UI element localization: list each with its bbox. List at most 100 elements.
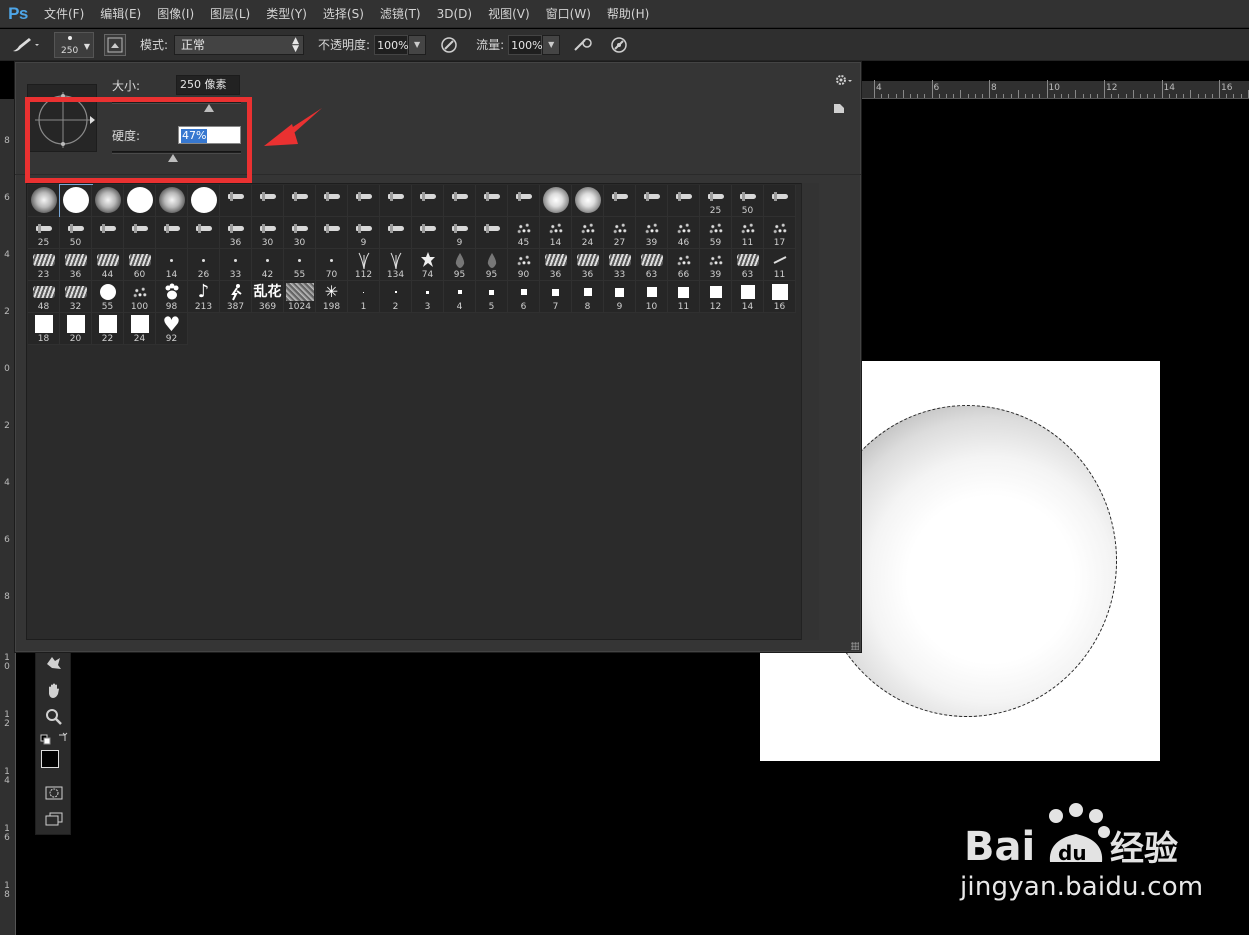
menu-item[interactable]: 文件(F)	[36, 0, 92, 28]
brush-preset-item[interactable]: 乱花 369	[252, 281, 284, 313]
color-picker[interactable]	[41, 750, 69, 778]
brush-preset-item[interactable]: 33	[220, 249, 252, 281]
brush-preset-item[interactable]: 10	[636, 281, 668, 313]
brush-preset-item[interactable]: 16	[764, 281, 796, 313]
brush-preset-item[interactable]: 46	[668, 217, 700, 249]
brush-tool-preset-picker[interactable]	[0, 31, 48, 59]
brush-preset-item[interactable]	[188, 185, 220, 217]
brush-preset-item[interactable]: 63	[732, 249, 764, 281]
brush-preset-item[interactable]: 20	[60, 313, 92, 345]
hand-tool[interactable]	[36, 678, 72, 704]
brush-preset-item[interactable]	[444, 185, 476, 217]
brush-preset-item[interactable]: 50	[732, 185, 764, 217]
brush-preset-picker[interactable]: 250 ▼	[54, 31, 94, 58]
brush-preset-item[interactable]: 32	[60, 281, 92, 313]
brush-preset-item[interactable]: 55	[284, 249, 316, 281]
brush-preset-item[interactable]: 55	[92, 281, 124, 313]
screen-mode-button[interactable]	[36, 806, 72, 832]
brush-preset-item[interactable]: 1	[348, 281, 380, 313]
brush-preset-item[interactable]: 2	[380, 281, 412, 313]
brush-preset-item[interactable]: ♪ 213	[188, 281, 220, 313]
opacity-dropdown-button[interactable]: ▼	[408, 34, 427, 55]
menu-item[interactable]: 图层(L)	[202, 0, 258, 28]
preset-list-scrollbar[interactable]	[801, 183, 819, 640]
opacity-input[interactable]: 100%	[374, 34, 409, 55]
menu-item[interactable]: 窗口(W)	[538, 0, 599, 28]
menu-item[interactable]: 图像(I)	[149, 0, 202, 28]
brush-preset-item[interactable]	[636, 185, 668, 217]
custom-shape-tool[interactable]	[36, 650, 72, 676]
brush-preset-item[interactable]: 30	[284, 217, 316, 249]
brush-preset-item[interactable]	[348, 185, 380, 217]
brush-preset-item[interactable]: 11	[668, 281, 700, 313]
brush-preset-item[interactable]	[476, 185, 508, 217]
flow-dropdown-button[interactable]: ▼	[542, 34, 561, 55]
brush-preset-item[interactable]: 11	[732, 217, 764, 249]
brush-preset-item[interactable]	[124, 185, 156, 217]
brush-preset-item[interactable]: 50	[60, 217, 92, 249]
brush-preset-item[interactable]: 23	[28, 249, 60, 281]
brush-preset-item[interactable]: 25	[700, 185, 732, 217]
menu-item[interactable]: 类型(Y)	[258, 0, 315, 28]
brush-preset-item[interactable]	[412, 185, 444, 217]
size-input[interactable]: 250 像素	[176, 75, 240, 95]
brush-preset-item[interactable]	[59, 184, 93, 218]
toggle-brush-panel-button[interactable]	[104, 33, 126, 56]
brush-preset-item[interactable]	[316, 217, 348, 249]
brush-preset-item[interactable]	[572, 185, 604, 217]
brush-preset-item[interactable]: 100	[124, 281, 156, 313]
brush-preset-item[interactable]: 36	[60, 249, 92, 281]
brush-preset-item[interactable]	[124, 217, 156, 249]
brush-preset-item[interactable]: 59	[700, 217, 732, 249]
brush-preset-item[interactable]	[412, 217, 444, 249]
brush-preset-item[interactable]: 17	[764, 217, 796, 249]
brush-preset-item[interactable]: 30	[252, 217, 284, 249]
brush-preset-item[interactable]	[252, 185, 284, 217]
brush-preset-item[interactable]	[316, 185, 348, 217]
brush-preset-item[interactable]: 6	[508, 281, 540, 313]
brush-preset-item[interactable]: 90	[508, 249, 540, 281]
brush-preset-item[interactable]	[476, 217, 508, 249]
brush-preset-item[interactable]: ✳ 198	[316, 281, 348, 313]
brush-preset-item[interactable]: 11	[764, 249, 796, 281]
brush-preset-item[interactable]: 18	[28, 313, 60, 345]
brush-preset-item[interactable]: 27	[604, 217, 636, 249]
brush-preset-item[interactable]: 95	[476, 249, 508, 281]
default-colors-and-swap[interactable]	[39, 732, 69, 746]
brush-preset-item[interactable]	[284, 185, 316, 217]
brush-preset-item[interactable]: 63	[636, 249, 668, 281]
brush-preset-item[interactable]: 1024	[284, 281, 316, 313]
brush-preset-item[interactable]: 7	[540, 281, 572, 313]
menu-item[interactable]: 3D(D)	[429, 0, 480, 28]
brush-preset-item[interactable]: 9	[604, 281, 636, 313]
brush-preset-item[interactable]: 36	[572, 249, 604, 281]
brush-preset-item[interactable]: 9	[348, 217, 380, 249]
brush-preset-item[interactable]: 44	[92, 249, 124, 281]
brush-preset-item[interactable]: 22	[92, 313, 124, 345]
brush-preset-item[interactable]	[380, 217, 412, 249]
brush-preset-item[interactable]	[92, 217, 124, 249]
brush-preset-item[interactable]	[188, 217, 220, 249]
brush-preset-item[interactable]: 8	[572, 281, 604, 313]
brush-preset-item[interactable]: 36	[540, 249, 572, 281]
brush-preset-item[interactable]: 39	[636, 217, 668, 249]
brush-preset-item[interactable]	[220, 185, 252, 217]
brush-preset-item[interactable]	[156, 217, 188, 249]
brush-preset-item[interactable]: 66	[668, 249, 700, 281]
brush-preset-item[interactable]: 26	[188, 249, 220, 281]
brush-preset-item[interactable]: 14	[540, 217, 572, 249]
flow-input[interactable]: 100%	[508, 34, 543, 55]
pressure-opacity-button[interactable]	[436, 32, 462, 58]
brush-preset-item[interactable]: 134	[380, 249, 412, 281]
brush-preset-item[interactable]: 14	[156, 249, 188, 281]
brush-preset-item[interactable]	[28, 185, 60, 217]
brush-preset-item[interactable]: 48	[28, 281, 60, 313]
brush-preset-item[interactable]: 98	[156, 281, 188, 313]
zoom-tool[interactable]	[36, 704, 72, 730]
brush-preset-item[interactable]	[92, 185, 124, 217]
brush-preset-item[interactable]: 45	[508, 217, 540, 249]
brush-preset-item[interactable]	[764, 185, 796, 217]
brush-preset-item[interactable]: ♥ 92	[156, 313, 188, 345]
panel-settings-button[interactable]	[833, 71, 855, 89]
brush-preset-item[interactable]	[508, 185, 540, 217]
